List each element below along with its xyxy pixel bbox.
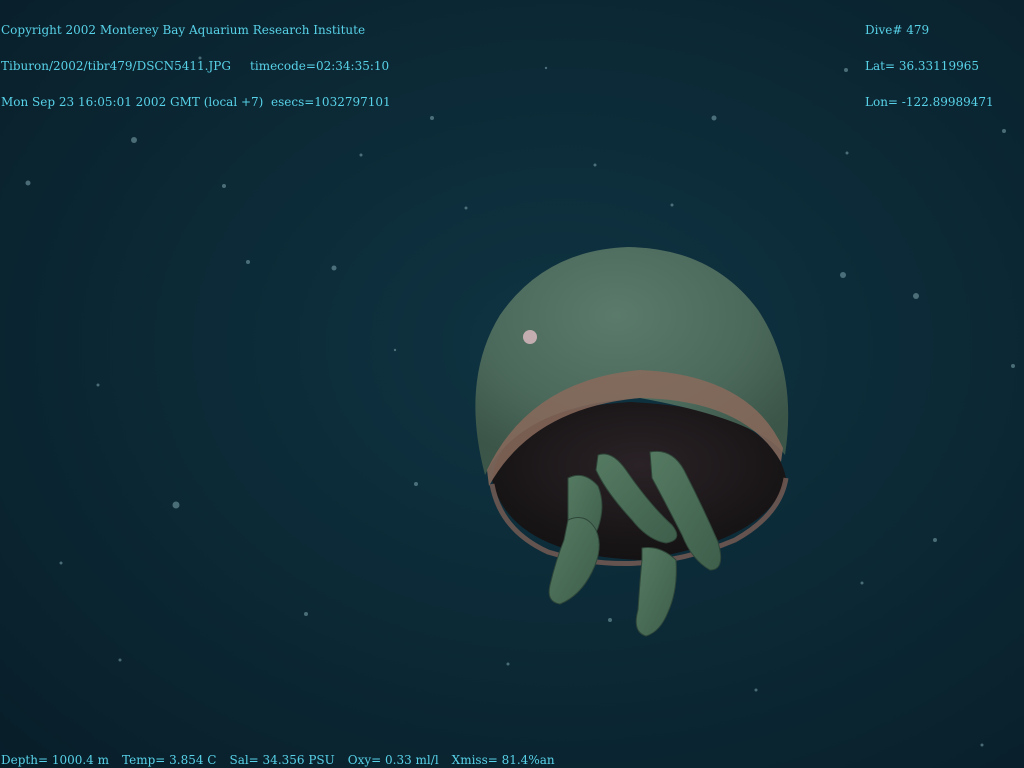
timecode-text: timecode=02:34:35:10 [250,59,390,73]
copyright-text: Copyright 2002 Monterey Bay Aquarium Res… [1,23,366,37]
transmissivity-text: Xmiss= 81.4%an [451,753,555,767]
dive-number-text: Dive# 479 [865,23,930,37]
file-timecode-line: Tiburon/2002/tibr479/DSCN5411.JPG timeco… [1,60,391,72]
datetime-esecs-line: Mon Sep 23 16:05:01 2002 GMT (local +7) … [1,96,391,108]
temperature-text: Temp= 3.854 C [122,753,217,767]
latitude-text: Lat= 36.33119965 [865,59,979,73]
file-path-text: Tiburon/2002/tibr479/DSCN5411.JPG [1,59,231,73]
depth-text: Depth= 1000.4 m [1,753,110,767]
esecs-text: esecs=1032797101 [271,95,391,109]
overlay-bottom-sensors: Depth= 1000.4 m Temp= 3.854 C Sal= 34.356 … [1,754,555,766]
bell-highlight [523,330,537,344]
longitude-text: Lon= -122.89989471 [865,95,994,109]
overlay-top-right: Dive# 479 Lat= 36.33119965 Lon= -122.899… [865,0,994,132]
jellyfish-icon [475,247,789,637]
overlay-top-left: Copyright 2002 Monterey Bay Aquarium Res… [1,0,391,132]
underwater-photo-frame: Copyright 2002 Monterey Bay Aquarium Res… [0,0,1024,768]
datetime-text: Mon Sep 23 16:05:01 2002 GMT (local +7) [1,95,264,109]
salinity-text: Sal= 34.356 PSU [229,753,335,767]
oxygen-text: Oxy= 0.33 ml/l [347,753,439,767]
